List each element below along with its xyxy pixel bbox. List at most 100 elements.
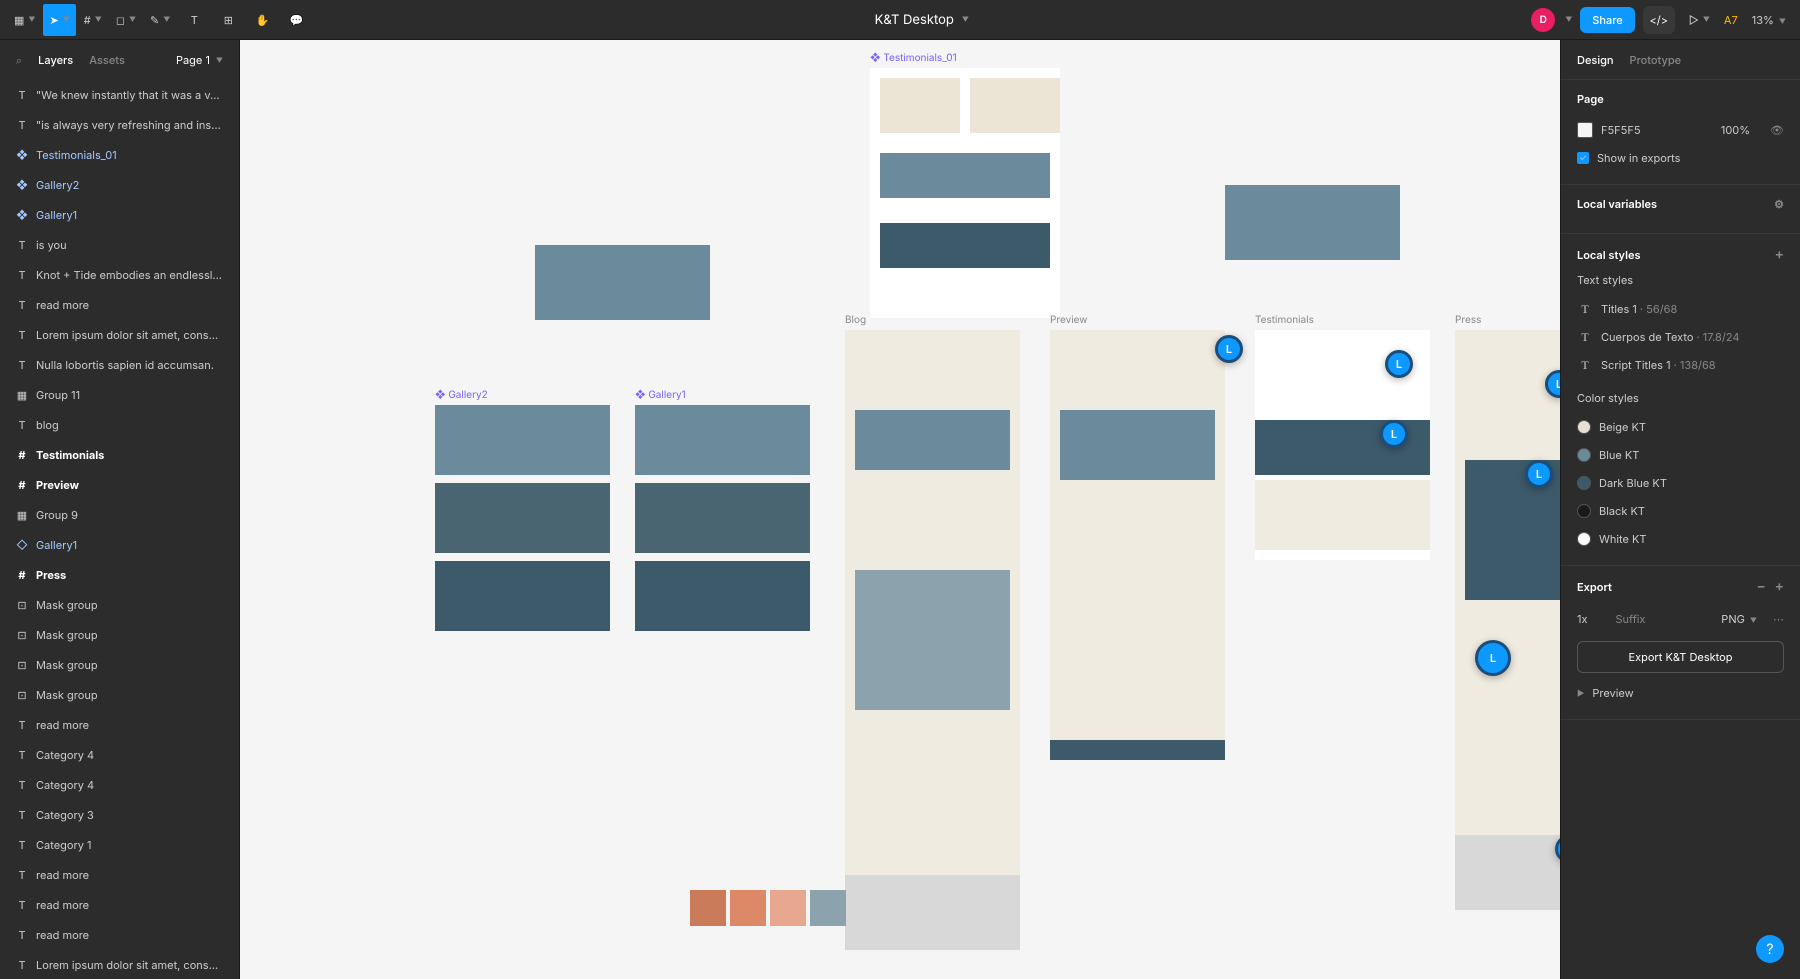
layers-tab[interactable]: Layers: [38, 53, 73, 67]
layer-item[interactable]: ❖Gallery2: [0, 170, 239, 200]
layer-item[interactable]: Tread more: [0, 890, 239, 920]
layer-item[interactable]: #Press: [0, 560, 239, 590]
layer-item[interactable]: TCategory 4: [0, 770, 239, 800]
frame-label[interactable]: Gallery1: [635, 389, 686, 401]
chevron-down-icon: ▼: [95, 15, 102, 24]
add-style-button[interactable]: +: [1775, 246, 1784, 263]
layer-type-icon: T: [16, 929, 28, 941]
cursor-icon: ➤: [49, 13, 58, 27]
assets-tab[interactable]: Assets: [89, 53, 125, 67]
settings-icon[interactable]: ⚙: [1774, 197, 1784, 211]
move-tool-button[interactable]: ➤▼: [43, 4, 75, 36]
color-style-item[interactable]: Black KT: [1577, 497, 1784, 525]
text-style-icon: T: [1577, 329, 1593, 345]
layer-type-icon: T: [16, 239, 28, 251]
layer-item[interactable]: TCategory 3: [0, 800, 239, 830]
remove-export-button[interactable]: −: [1756, 578, 1765, 595]
layer-item[interactable]: Tblog: [0, 410, 239, 440]
page-selector[interactable]: Page 1 ▼: [176, 53, 223, 67]
layer-item[interactable]: ⊡Mask group: [0, 680, 239, 710]
file-name[interactable]: K&T Desktop: [875, 12, 954, 28]
present-button[interactable]: ▷▼: [1683, 4, 1716, 36]
share-button[interactable]: Share: [1580, 7, 1634, 33]
export-format[interactable]: PNG ▼: [1721, 612, 1757, 626]
prototype-tab[interactable]: Prototype: [1630, 53, 1682, 67]
frame-tool-button[interactable]: #▼: [78, 4, 108, 36]
layer-item[interactable]: TLorem ipsum dolor sit amet, conse...: [0, 320, 239, 350]
page-bg-opacity[interactable]: 100%: [1721, 123, 1750, 137]
design-tab[interactable]: Design: [1577, 53, 1614, 67]
page-bg-hex[interactable]: F5F5F5: [1601, 123, 1641, 137]
user-avatar[interactable]: D: [1531, 8, 1555, 32]
visibility-icon[interactable]: 👁: [1770, 123, 1784, 137]
chevron-down-icon[interactable]: ▼: [962, 15, 969, 24]
color-style-item[interactable]: Dark Blue KT: [1577, 469, 1784, 497]
layer-item[interactable]: Tread more: [0, 920, 239, 950]
chevron-right-icon[interactable]: ▶: [1577, 688, 1584, 698]
layer-item[interactable]: ⊡Mask group: [0, 590, 239, 620]
layer-item[interactable]: #Preview: [0, 470, 239, 500]
layer-item[interactable]: T"We knew instantly that it was a v...: [0, 80, 239, 110]
layer-item[interactable]: #Testimonials: [0, 440, 239, 470]
layer-type-icon: T: [16, 899, 28, 911]
resources-button[interactable]: ⊞: [212, 4, 244, 36]
layer-item[interactable]: TNulla lobortis sapien id accumsan.: [0, 350, 239, 380]
pen-tool-button[interactable]: ✎▼: [144, 4, 176, 36]
hand-tool-button[interactable]: ✋: [246, 4, 278, 36]
zoom-level[interactable]: 13% ▼: [1746, 13, 1792, 27]
show-exports-checkbox[interactable]: ✓: [1577, 152, 1589, 164]
layer-item[interactable]: ❖Testimonials_01: [0, 140, 239, 170]
layer-item[interactable]: ⊡Mask group: [0, 620, 239, 650]
missing-fonts-warning[interactable]: A7: [1724, 13, 1738, 27]
comment-tool-button[interactable]: 💬: [280, 4, 312, 36]
layer-type-icon: ◇: [16, 539, 28, 551]
frame-label[interactable]: Preview: [1050, 314, 1088, 326]
layer-label: Mask group: [36, 658, 98, 672]
help-button[interactable]: ?: [1756, 935, 1784, 963]
layer-item[interactable]: TKnot + Tide embodies an endlessl...: [0, 260, 239, 290]
layer-item[interactable]: TCategory 1: [0, 830, 239, 860]
dev-mode-button[interactable]: </>: [1643, 6, 1675, 34]
export-options-icon[interactable]: ⋯: [1773, 612, 1784, 626]
text-style-item[interactable]: TScript Titles 1 · 138/68: [1577, 351, 1784, 379]
layer-type-icon: T: [16, 119, 28, 131]
export-preview-label[interactable]: Preview: [1592, 686, 1633, 700]
frame-icon: #: [84, 13, 91, 27]
frame-label[interactable]: Testimonials: [1255, 314, 1314, 326]
layer-item[interactable]: TCategory 4: [0, 740, 239, 770]
text-style-item[interactable]: TCuerpos de Texto · 17.8/24: [1577, 323, 1784, 351]
frame-label[interactable]: Testimonials_01: [870, 52, 957, 64]
layer-item[interactable]: ◇Gallery1: [0, 530, 239, 560]
chevron-down-icon[interactable]: ▼: [1565, 15, 1572, 24]
layer-item[interactable]: Tread more: [0, 860, 239, 890]
layer-item[interactable]: ❖Gallery1: [0, 200, 239, 230]
frame-label[interactable]: Blog: [845, 314, 866, 326]
shape-tool-button[interactable]: ◻▼: [110, 4, 142, 36]
text-style-item[interactable]: TTitles 1 · 56/68: [1577, 295, 1784, 323]
layer-item[interactable]: Tis you: [0, 230, 239, 260]
export-scale[interactable]: 1x: [1577, 612, 1587, 626]
color-style-item[interactable]: Beige KT: [1577, 413, 1784, 441]
layer-item[interactable]: T"is always very refreshing and insp...: [0, 110, 239, 140]
layer-label: Mask group: [36, 688, 98, 702]
text-tool-button[interactable]: T: [178, 4, 210, 36]
layer-item[interactable]: Tread more: [0, 710, 239, 740]
frame-label[interactable]: Gallery2: [435, 389, 488, 401]
layer-item[interactable]: TLorem ipsum dolor sit amet, conse...: [0, 950, 239, 979]
layer-item[interactable]: Tread more: [0, 290, 239, 320]
export-suffix[interactable]: Suffix: [1615, 612, 1645, 626]
page-bg-swatch[interactable]: [1577, 122, 1593, 138]
layer-item[interactable]: ▦Group 11: [0, 380, 239, 410]
layer-type-icon: #: [16, 479, 28, 491]
layer-item[interactable]: ▦Group 9: [0, 500, 239, 530]
canvas[interactable]: Testimonials_01 Gallery2: [240, 40, 1560, 979]
main-menu-button[interactable]: ▦▼: [8, 4, 41, 36]
layer-type-icon: T: [16, 299, 28, 311]
export-button[interactable]: Export K&T Desktop: [1577, 641, 1784, 673]
frame-label[interactable]: Press: [1455, 314, 1481, 326]
search-icon[interactable]: ⌕: [16, 53, 22, 68]
color-style-item[interactable]: White KT: [1577, 525, 1784, 553]
add-export-button[interactable]: +: [1775, 578, 1784, 595]
layer-item[interactable]: ⊡Mask group: [0, 650, 239, 680]
color-style-item[interactable]: Blue KT: [1577, 441, 1784, 469]
